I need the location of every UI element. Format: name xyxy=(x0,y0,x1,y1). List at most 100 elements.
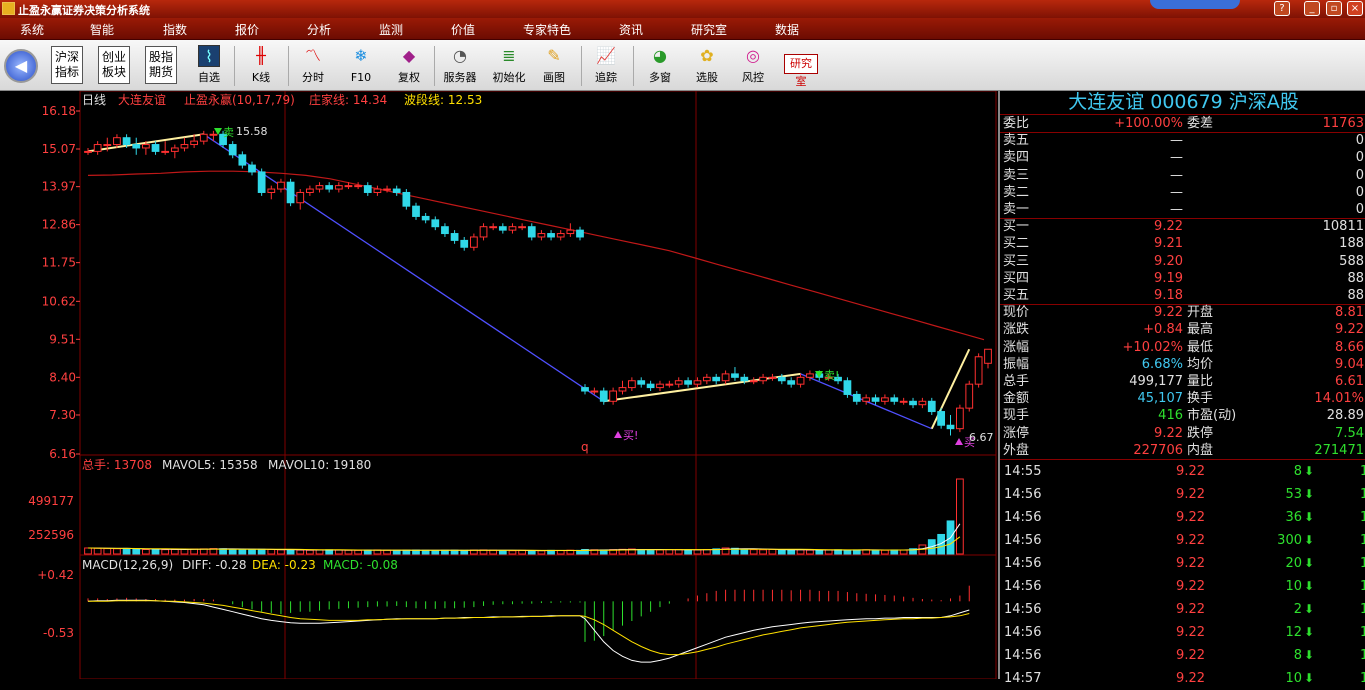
down-arrow-icon: ⬇ xyxy=(1304,579,1315,593)
down-arrow-icon: ⬇ xyxy=(1304,556,1315,570)
menu-smart[interactable]: 智能 xyxy=(90,21,114,38)
intraday-button[interactable]: 〽分时 xyxy=(296,43,330,87)
volume-bar xyxy=(383,549,391,555)
f10-button[interactable]: ❄ F10 xyxy=(344,43,378,87)
volume-bar xyxy=(852,549,861,555)
tick-row: 14:56 9.22 20 ⬇ 1 xyxy=(1000,552,1365,575)
track-button[interactable]: 📈 追踪 xyxy=(589,43,623,87)
multiwindow-button[interactable]: ◕ 多窗 xyxy=(641,43,679,87)
candle-body xyxy=(170,147,179,152)
candle xyxy=(257,168,266,196)
tick-time: 14:56 xyxy=(1004,510,1042,525)
server-button[interactable]: ◔ 服务器 xyxy=(440,43,480,87)
price-tick-label: 9.51 xyxy=(49,332,76,346)
stat-label2: 均价 xyxy=(1187,356,1214,372)
hs-index-button[interactable]: 沪深 指标 xyxy=(51,46,83,84)
menu-news[interactable]: 资讯 xyxy=(619,21,643,38)
volume-bar xyxy=(740,548,749,555)
tick-price: 9.22 xyxy=(1176,510,1205,525)
kline-chart-panel[interactable]: 16.18 15.07 13.97 12.86 11.75 10.62 9.51 8.40 7.… xyxy=(0,90,998,680)
candle-body xyxy=(248,164,256,173)
menu-quote[interactable]: 报价 xyxy=(235,21,259,38)
candle xyxy=(890,394,899,405)
candle xyxy=(489,223,498,231)
research-button[interactable]: 研究室 xyxy=(784,54,818,88)
draw-button[interactable]: ✎ 画图 xyxy=(537,43,571,87)
volume-bar xyxy=(142,548,150,555)
quote-panel: 大连友谊 000679 沪深A股 委比 +100.00% 委差 11763 卖五 —0 卖四… xyxy=(998,91,1365,686)
price-tick-label: 7.30 xyxy=(49,408,76,422)
candle-body xyxy=(142,144,150,149)
stat-label: 现手 xyxy=(1003,408,1030,424)
kline-chart-svg[interactable]: 16.18 15.07 13.97 12.86 11.75 10.62 9.51 8.40 7.… xyxy=(0,90,998,680)
macd-diff-line xyxy=(87,599,970,663)
sell-level-price: — xyxy=(1170,167,1183,183)
candle-body xyxy=(267,188,276,193)
buy-level-label: 买四 xyxy=(1003,270,1030,286)
adjust-button[interactable]: ◆ 复权 xyxy=(392,43,426,87)
menu-index[interactable]: 指数 xyxy=(163,21,187,38)
help-icon[interactable]: ? xyxy=(1274,1,1290,16)
candle xyxy=(441,223,449,237)
gem-board-button[interactable]: 创业 板块 xyxy=(98,46,130,84)
price-tick-label: 6.16 xyxy=(49,447,76,461)
macd-tick-bottom: -0.53 xyxy=(43,626,74,640)
tick-volume: 53 xyxy=(1285,487,1302,502)
candle-body xyxy=(684,380,692,385)
watchlist-button[interactable]: ⌇ 自选 xyxy=(192,43,226,87)
candle xyxy=(749,377,758,385)
volume-bar xyxy=(787,549,796,555)
menu-system[interactable]: 系统 xyxy=(20,21,44,38)
menu-research[interactable]: 研究室 xyxy=(691,21,727,38)
minimize-icon[interactable]: _ xyxy=(1304,1,1320,16)
tick-time: 14:56 xyxy=(1004,625,1042,640)
candle xyxy=(702,373,711,385)
menu-expert[interactable]: 专家特色 xyxy=(523,21,571,38)
candle-body xyxy=(918,400,927,406)
svg-text:卖: 卖 xyxy=(223,126,234,139)
tick-count: 1 xyxy=(1360,579,1365,594)
candle xyxy=(267,185,276,200)
candle-body xyxy=(257,171,266,193)
candle-body xyxy=(537,233,546,238)
candle xyxy=(599,387,608,405)
candle xyxy=(306,185,314,196)
menu-analysis[interactable]: 分析 xyxy=(307,21,331,38)
stock-picker-button[interactable]: ✿ 选股 xyxy=(690,43,724,87)
weibi-row-label2: 委差 xyxy=(1187,116,1214,131)
candle-body xyxy=(909,400,917,406)
restore-icon[interactable]: ▫ xyxy=(1326,1,1342,16)
candle xyxy=(974,353,983,388)
volume-bar xyxy=(441,549,449,555)
candle xyxy=(566,223,575,237)
wave-line-layer xyxy=(87,133,971,430)
back-button[interactable]: ◀ xyxy=(4,49,38,83)
volume-ma10-line xyxy=(87,536,961,552)
candle-body xyxy=(956,407,964,430)
candle xyxy=(354,182,362,190)
candle xyxy=(556,230,565,241)
menu-data[interactable]: 数据 xyxy=(775,21,799,38)
candle xyxy=(637,377,646,388)
candle-body xyxy=(113,137,121,146)
init-button[interactable]: ≣ 初始化 xyxy=(488,43,530,87)
multiwindow-label: 多窗 xyxy=(649,71,671,84)
candle-body xyxy=(627,380,636,389)
stat-value2: 7.54 xyxy=(1335,425,1364,441)
menu-monitor[interactable]: 监测 xyxy=(379,21,403,38)
candle-body xyxy=(721,373,730,382)
account-pill[interactable] xyxy=(1150,0,1240,9)
init-label: 初始化 xyxy=(492,71,526,84)
menu-value[interactable]: 价值 xyxy=(451,21,475,38)
candle-body xyxy=(296,191,305,204)
tick-row: 14:56 9.22 12 ⬇ 1 xyxy=(1000,621,1365,644)
tick-row: 14:56 9.22 2 ⬇ 1 xyxy=(1000,598,1365,621)
stat-row: 金额 45,107 换手 14.01% xyxy=(1000,390,1365,407)
index-futures-button[interactable]: 股指 期货 xyxy=(145,46,177,84)
kline-button[interactable]: ╫ K线 xyxy=(244,43,278,87)
close-icon[interactable]: × xyxy=(1347,1,1363,16)
buy-level-label: 买一 xyxy=(1003,219,1030,235)
risk-button[interactable]: ◎ 风控 xyxy=(736,43,770,87)
stat-label: 外盘 xyxy=(1003,442,1030,458)
tick-volume: 20 xyxy=(1285,556,1302,571)
